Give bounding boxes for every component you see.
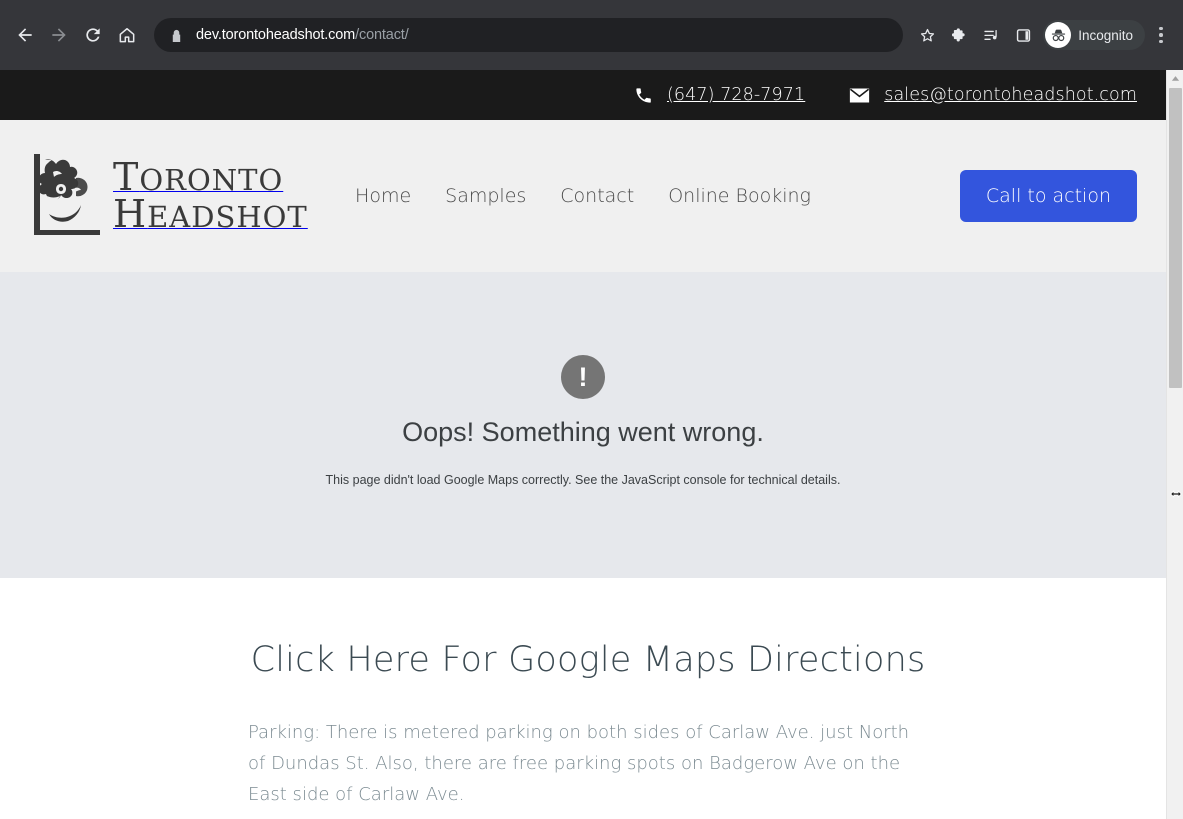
- page-scrollbar[interactable]: [1166, 70, 1183, 819]
- phone-number: (647) 728-7971: [667, 85, 805, 105]
- three-dot-menu-icon: [1159, 27, 1163, 31]
- incognito-spy-icon: [1045, 22, 1071, 48]
- error-detail: This page didn't load Google Maps correc…: [326, 473, 841, 487]
- nav-item-contact[interactable]: Contact: [543, 179, 651, 213]
- forward-button[interactable]: [42, 18, 76, 52]
- bookmark-button[interactable]: [911, 19, 943, 51]
- puzzle-icon: [950, 26, 969, 45]
- site-header: TORONTO HEADSHOT Home Samples Contact On…: [0, 120, 1166, 272]
- phone-link[interactable]: (647) 728-7971: [634, 85, 805, 105]
- page-title: Click Here For Google Maps Directions: [248, 640, 928, 680]
- paragraph-parking: Parking: There is metered parking on bot…: [248, 718, 928, 811]
- playlist-icon: [982, 26, 1001, 45]
- scroll-up-button[interactable]: [1167, 70, 1183, 87]
- google-maps-error-panel: ! Oops! Something went wrong. This page …: [0, 272, 1166, 578]
- logo-line2-initial: H: [113, 192, 147, 236]
- phone-icon: [634, 86, 653, 105]
- home-icon: [117, 25, 137, 45]
- reload-button[interactable]: [76, 18, 110, 52]
- incognito-label: Incognito: [1078, 28, 1133, 43]
- site-logo[interactable]: TORONTO HEADSHOT: [31, 152, 308, 241]
- browser-toolbar: dev.torontoheadshot.com/contact/: [0, 0, 1183, 70]
- logo-wordmark: TORONTO HEADSHOT: [113, 159, 308, 233]
- star-icon: [918, 26, 937, 45]
- extensions-button[interactable]: [943, 19, 975, 51]
- exclamation-icon: !: [561, 355, 605, 399]
- logo-line-headshot: HEADSHOT: [113, 196, 308, 233]
- browser-menu-button[interactable]: [1147, 18, 1175, 52]
- side-panel-icon: [1014, 26, 1033, 45]
- incognito-indicator[interactable]: Incognito: [1043, 20, 1145, 50]
- envelope-icon: [849, 87, 870, 104]
- site-contact-bar: (647) 728-7971 sales@torontoheadshot.com: [0, 70, 1166, 120]
- page-viewport: (647) 728-7971 sales@torontoheadshot.com: [0, 70, 1166, 819]
- address-bar[interactable]: dev.torontoheadshot.com/contact/: [154, 18, 903, 52]
- reload-icon: [83, 25, 103, 45]
- url-text: dev.torontoheadshot.com/contact/: [196, 27, 409, 43]
- back-arrow-icon: [15, 25, 35, 45]
- logo-line1-rest: ORONTO: [139, 163, 283, 197]
- home-button[interactable]: [110, 18, 144, 52]
- nav-item-samples[interactable]: Samples: [428, 179, 543, 213]
- scrollbar-thumb[interactable]: [1169, 88, 1182, 388]
- forward-arrow-icon: [49, 25, 69, 45]
- page-content: Click Here For Google Maps Directions Pa…: [0, 578, 1166, 819]
- email-link[interactable]: sales@torontoheadshot.com: [849, 85, 1137, 105]
- lock-icon: [170, 28, 183, 43]
- menu-dot: [1159, 40, 1163, 44]
- logo-line2-rest: EADSHOT: [147, 200, 308, 234]
- url-path: /contact/: [355, 27, 408, 43]
- menu-dot: [1159, 33, 1163, 37]
- error-title: Oops! Something went wrong.: [402, 417, 764, 448]
- nav-item-online-booking[interactable]: Online Booking: [651, 179, 828, 213]
- url-domain: dev.torontoheadshot.com: [196, 27, 355, 43]
- back-button[interactable]: [8, 18, 42, 52]
- logo-line-toronto: TORONTO: [113, 159, 308, 196]
- reading-list-button[interactable]: [975, 19, 1007, 51]
- nav-item-home[interactable]: Home: [338, 179, 428, 213]
- call-to-action-button[interactable]: Call to action: [960, 170, 1137, 222]
- lion-crest-icon: [31, 152, 103, 241]
- email-address: sales@torontoheadshot.com: [884, 85, 1137, 105]
- scroll-up-arrow-icon: [1171, 75, 1180, 82]
- exclamation-glyph: !: [579, 364, 588, 391]
- side-panel-button[interactable]: [1007, 19, 1039, 51]
- horizontal-resize-cursor-icon: [1169, 485, 1183, 503]
